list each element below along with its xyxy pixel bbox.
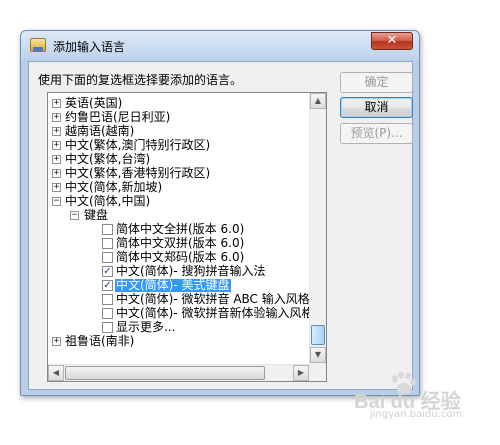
checkbox[interactable]: [102, 322, 113, 333]
expand-toggle-icon[interactable]: +: [52, 155, 61, 164]
expand-toggle-icon[interactable]: +: [52, 141, 61, 150]
keyboard-label: 中文(简体)- 搜狗拼音输入法: [116, 264, 266, 278]
language-tree[interactable]: + 英语(英国) + 约鲁巴语(尼日利亚) + 越南语(越南) + 中文(繁体,…: [47, 92, 327, 382]
title-bar[interactable]: 添加输入语言 ✕: [21, 31, 419, 61]
collapse-toggle-icon[interactable]: −: [70, 211, 79, 220]
vertical-scroll-thumb[interactable]: [311, 325, 325, 345]
checkbox-checked[interactable]: ✓: [102, 266, 113, 277]
keyboard-label-selected: 中文(简体)- 美式键盘: [115, 278, 231, 292]
cancel-button[interactable]: 取消: [340, 97, 413, 118]
keyboard-label: 简体中文双拼(版本 6.0): [116, 236, 245, 250]
expand-toggle-icon[interactable]: +: [52, 127, 61, 136]
scroll-right-arrow-icon[interactable]: ▶: [293, 365, 309, 381]
language-label: 中文(繁体,台湾): [65, 152, 151, 166]
checkbox[interactable]: [102, 294, 113, 305]
language-label: 祖鲁语(南非): [65, 334, 135, 348]
checkbox[interactable]: [102, 224, 113, 235]
dialog-body: 使用下面的复选框选择要添加的语言。 确定 取消 预览(P)... + 英语(英国…: [28, 61, 413, 390]
keyboard-label: 简体中文郑码(版本 6.0): [116, 250, 245, 264]
tree-viewport: + 英语(英国) + 约鲁巴语(尼日利亚) + 越南语(越南) + 中文(繁体,…: [48, 95, 310, 363]
language-label: 中文(简体,中国): [65, 194, 151, 208]
checkbox[interactable]: [102, 308, 113, 319]
collapse-toggle-icon[interactable]: −: [52, 197, 61, 206]
instruction-text: 使用下面的复选框选择要添加的语言。: [38, 73, 243, 87]
dialog-title: 添加输入语言: [53, 40, 126, 54]
keyboard-label: 简体中文全拼(版本 6.0): [116, 222, 245, 236]
expand-toggle-icon[interactable]: +: [52, 169, 61, 178]
checkbox[interactable]: [102, 238, 113, 249]
language-label: 中文(繁体,香港特别行政区): [65, 166, 211, 180]
ok-button[interactable]: 确定: [340, 72, 413, 93]
horizontal-scrollbar[interactable]: ◀ ▶: [48, 364, 310, 381]
expand-toggle-icon[interactable]: +: [52, 99, 61, 108]
expand-toggle-icon[interactable]: +: [52, 183, 61, 192]
checkbox-checked[interactable]: ✓: [102, 280, 113, 291]
expand-toggle-icon[interactable]: +: [52, 337, 61, 346]
language-label: 中文(简体,新加坡): [65, 180, 163, 194]
keyboard-globe-icon: [30, 38, 46, 52]
keyboard-label: 中文(简体)- 微软拼音 ABC 输入风格: [116, 292, 310, 306]
language-label: 英语(英国): [65, 96, 123, 110]
show-more-label: 显示更多...: [116, 320, 176, 334]
vertical-scrollbar[interactable]: ▲ ▼: [309, 93, 326, 364]
language-label: 约鲁巴语(尼日利亚): [65, 110, 171, 124]
scrollbar-corner: [309, 364, 326, 381]
language-label: 越南语(越南): [65, 124, 135, 138]
group-label: 键盘: [84, 208, 109, 222]
watermark-url: jingyan.baidu.com: [370, 409, 463, 420]
scroll-up-arrow-icon[interactable]: ▲: [310, 93, 326, 109]
preview-button[interactable]: 预览(P)...: [340, 123, 413, 144]
checkbox[interactable]: [102, 252, 113, 263]
scroll-left-arrow-icon[interactable]: ◀: [48, 365, 64, 381]
expand-toggle-icon[interactable]: +: [52, 113, 61, 122]
keyboard-label: 中文(简体)- 微软拼音新体验输入风格: [116, 306, 310, 320]
horizontal-scroll-thumb[interactable]: [65, 366, 265, 380]
scroll-down-arrow-icon[interactable]: ▼: [310, 347, 326, 363]
close-button[interactable]: ✕: [371, 32, 413, 50]
add-input-language-dialog: 添加输入语言 ✕ 使用下面的复选框选择要添加的语言。 确定 取消 预览(P)..…: [20, 30, 420, 396]
language-label: 中文(繁体,澳门特别行政区): [65, 138, 211, 152]
